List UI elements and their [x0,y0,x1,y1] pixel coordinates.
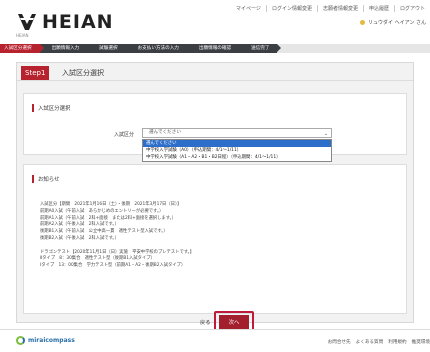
nav-login-info[interactable]: ログイン情報変更 [265,5,317,12]
user-icon [360,20,366,25]
logo-subtext: HEIAN [16,33,29,38]
user-name: リュウダイ ヘイアン さん [368,20,426,26]
step-payment: お支払い方法の入力 [125,44,192,53]
step-exam-select: 入試区分選択 [0,44,44,53]
exam-type-dropdown: 選んでください 中学校入学試験（A0）（申込期間：4/1〜1/11） 中学校入学… [142,139,332,162]
user-info: リュウダイ ヘイアン さん [360,19,426,26]
school-logo[interactable]: HEIAN [16,12,114,32]
miraicompass-icon [16,336,25,345]
notice-line: 後期B2入試（午後入試 2科入試です。） [40,235,119,241]
notice-text: 入試区分【期間 2021年1月16日（土）・後期 2021年3月17日（日）】 … [40,202,400,270]
nav-applicant-info[interactable]: 志願者情報変更 [316,5,363,12]
nav-mypage[interactable]: マイページ [231,5,266,12]
notice-card: お知らせ 入試区分【期間 2021年1月16日（土）・後期 2021年3月17日… [23,164,407,314]
exam-type-select[interactable]: 選んでください ⌄ [142,128,332,138]
heading-bar [32,104,34,112]
notice-line: 入試区分【期間 2021年1月16日（土）・後期 2021年3月17日（日）】 [40,202,182,207]
logo-text: HEIAN [42,11,114,33]
site-footer: miraicompass お問合せ先 よくある質問 利用規約 推奨環境 [0,330,430,352]
step-progress-fill [277,44,430,53]
step-confirm: 出願情報の確認 [186,44,244,53]
heian-crest-icon [16,12,38,32]
notice-line: Ⅰタイプ 13：00集合 学力テスト型（前期A1・A2・後期B2入試タイプ） [40,263,186,269]
exam-select-heading-text: 入試区分選択 [38,106,71,112]
back-button[interactable]: 戻る [200,317,210,329]
exam-type-option[interactable]: 選んでください [143,140,331,147]
top-nav: マイページ ログイン情報変更 志願者情報変更 申込履歴 ログアウト [231,5,430,12]
miraicompass-logo[interactable]: miraicompass [16,336,75,345]
exam-type-select-value: 選んでください [149,130,181,135]
step-complete: 送信完了 [239,44,282,53]
exam-type-label: 入試区分 [114,132,135,138]
chevron-down-icon: ⌄ [323,131,328,137]
notice-line [40,243,400,250]
footer-link-contact[interactable]: お問合せ先 [328,339,351,345]
exam-select-heading: 入試区分選択 [32,104,70,112]
step-test-select: 試験選択 [87,44,130,53]
exam-type-option[interactable]: 中学校入学試験（A0）（申込期間：4/1〜1/11） [143,147,331,154]
notice-heading-text: お知らせ [38,177,60,183]
step-progress: 入試区分選択 出願情報入力 試験選択 お支払い方法の入力 出願情報の確認 送信完… [0,44,430,53]
notice-heading: お知らせ [32,175,59,183]
site-header: HEIAN HEIAN マイページ ログイン情報変更 志願者情報変更 申込履歴 … [0,0,430,42]
step-title-bar: Step1 入試区分選択 [17,63,413,81]
main-panel: Step1 入試区分選択 入試区分選択 入試区分 お知らせ 入試区分【期間 20… [16,62,414,323]
heading-bar [32,175,34,183]
step-title: 入試区分選択 [62,69,104,77]
notice-line: 前期A0入試（午前入試 あらかじめのエントリーが必要です。） [40,208,164,214]
footer-link-environment[interactable]: 推奨環境 [412,339,430,345]
step-badge: Step1 [21,66,50,80]
footer-links: お問合せ先 よくある質問 利用規約 推奨環境 [328,339,430,345]
nav-history[interactable]: 申込履歴 [362,5,394,12]
exam-type-option[interactable]: 中学校入学試験（A1・A2・B1・B2日程）（申込期間：4/1〜1/11） [143,154,331,161]
footer-brand: miraicompass [28,337,75,344]
footer-link-faq[interactable]: よくある質問 [356,339,384,345]
notice-line: 後期B1入試（午前入試 公立中高一貫 適性テスト型入試です。） [40,229,168,235]
footer-link-terms[interactable]: 利用規約 [388,339,406,345]
nav-logout[interactable]: ログアウト [393,5,430,12]
step-info-input: 出願情報入力 [39,44,91,53]
